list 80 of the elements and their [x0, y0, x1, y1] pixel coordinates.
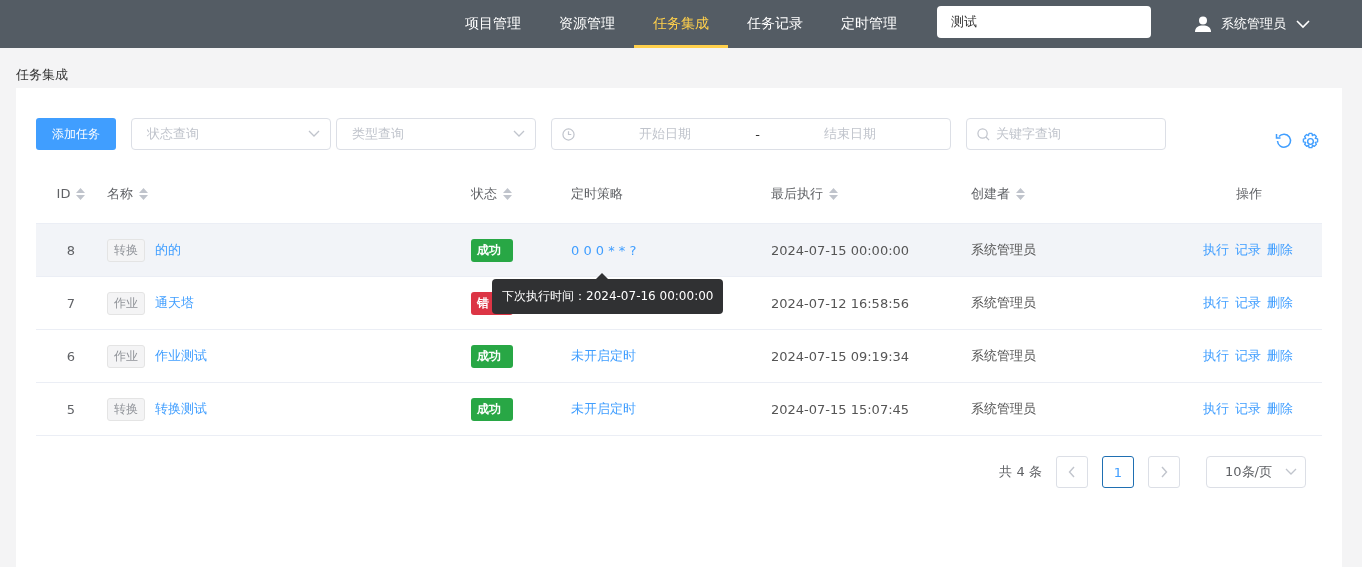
- user-name[interactable]: 系统管理员: [1221, 15, 1286, 33]
- action-link[interactable]: 执行: [1203, 241, 1229, 259]
- type-filter-select[interactable]: 类型查询: [336, 118, 536, 150]
- last-run-cell: 2024-07-12 16:58:56: [771, 295, 910, 311]
- schedule-link[interactable]: 未开启定时: [571, 348, 636, 363]
- chevron-down-icon: [1285, 468, 1297, 476]
- clock-icon: [562, 127, 575, 141]
- schedule-link[interactable]: 未开启定时: [571, 401, 636, 416]
- type-tag: 作业: [107, 291, 145, 315]
- chevron-down-icon: [513, 130, 525, 138]
- status-badge: 成功: [471, 397, 513, 421]
- action-link[interactable]: 删除: [1267, 241, 1293, 259]
- status-filter-select[interactable]: 状态查询: [131, 118, 331, 150]
- page-size-select[interactable]: 10条/页: [1206, 456, 1306, 488]
- creator-cell: 系统管理员: [971, 348, 1036, 363]
- creator-cell: 系统管理员: [971, 401, 1036, 416]
- action-link[interactable]: 记录: [1235, 400, 1261, 418]
- id-cell: 7: [66, 295, 76, 311]
- keyword-search-field[interactable]: 关键字查询: [966, 118, 1166, 150]
- type-tag: 转换: [107, 238, 145, 262]
- column-header: 状态: [471, 184, 497, 203]
- action-link[interactable]: 执行: [1203, 294, 1229, 312]
- next-page-button[interactable]: [1148, 456, 1180, 488]
- id-cell: 8: [66, 242, 76, 258]
- sort-icon[interactable]: [503, 187, 512, 200]
- type-tag: 转换: [107, 397, 145, 421]
- column-header: 操作: [1236, 184, 1262, 203]
- last-run-cell: 2024-07-15 00:00:00: [771, 242, 910, 258]
- nav-tab[interactable]: 定时管理: [822, 0, 916, 48]
- nav-tab[interactable]: 项目管理: [446, 0, 540, 48]
- id-cell: 5: [66, 401, 76, 417]
- type-tag: 作业: [107, 344, 145, 368]
- search-icon: [977, 127, 990, 141]
- nav-tab[interactable]: 任务集成: [634, 0, 728, 48]
- task-name-link[interactable]: 转换测试: [155, 400, 207, 416]
- date-range-field[interactable]: 开始日期 - 结束日期: [551, 118, 951, 150]
- chevron-down-icon[interactable]: [1296, 19, 1310, 29]
- action-link[interactable]: 记录: [1235, 347, 1261, 365]
- action-link[interactable]: 执行: [1203, 347, 1229, 365]
- last-run-cell: 2024-07-15 15:07:45: [771, 401, 910, 417]
- breadcrumb: 任务集成: [16, 67, 68, 82]
- column-header: 创建者: [971, 184, 1010, 203]
- task-name-link[interactable]: 作业测试: [155, 347, 207, 363]
- nav-tab[interactable]: 任务记录: [728, 0, 822, 48]
- action-link[interactable]: 删除: [1267, 294, 1293, 312]
- status-badge: 成功: [471, 344, 513, 368]
- chevron-down-icon: [308, 130, 320, 138]
- schedule-link[interactable]: 0 0 0 * * ?: [571, 242, 637, 258]
- id-cell: 6: [66, 348, 76, 364]
- action-link[interactable]: 删除: [1267, 400, 1293, 418]
- page-button[interactable]: 1: [1102, 456, 1134, 488]
- column-header: ID: [56, 186, 71, 201]
- column-header: 定时策略: [571, 184, 623, 203]
- task-name-link[interactable]: 通天塔: [155, 294, 194, 310]
- column-header: 名称: [107, 184, 133, 203]
- sort-icon[interactable]: [139, 187, 148, 200]
- chevron-left-icon: [1068, 466, 1076, 478]
- prev-page-button[interactable]: [1056, 456, 1088, 488]
- sort-icon[interactable]: [829, 187, 838, 200]
- sort-icon[interactable]: [76, 187, 86, 200]
- creator-cell: 系统管理员: [971, 242, 1036, 257]
- total-count: 共 4 条: [999, 463, 1042, 481]
- action-link[interactable]: 记录: [1235, 294, 1261, 312]
- add-task-button[interactable]: 添加任务: [36, 118, 116, 150]
- sort-icon[interactable]: [1016, 187, 1025, 200]
- action-link[interactable]: 删除: [1267, 347, 1293, 365]
- action-link[interactable]: 执行: [1203, 400, 1229, 418]
- column-header: 最后执行: [771, 184, 823, 203]
- status-badge: 成功: [471, 238, 513, 262]
- refresh-icon[interactable]: [1275, 131, 1293, 150]
- nav-tab[interactable]: 资源管理: [540, 0, 634, 48]
- task-name-link[interactable]: 的的: [155, 241, 181, 257]
- last-run-cell: 2024-07-15 09:19:34: [771, 348, 910, 364]
- tooltip: 下次执行时间：2024-07-16 00:00:00: [492, 278, 724, 314]
- creator-cell: 系统管理员: [971, 295, 1036, 310]
- chevron-right-icon: [1160, 466, 1168, 478]
- user-icon: [1195, 16, 1211, 32]
- action-link[interactable]: 记录: [1235, 241, 1261, 259]
- search-field[interactable]: 测试: [937, 6, 1151, 38]
- settings-icon[interactable]: [1301, 131, 1320, 151]
